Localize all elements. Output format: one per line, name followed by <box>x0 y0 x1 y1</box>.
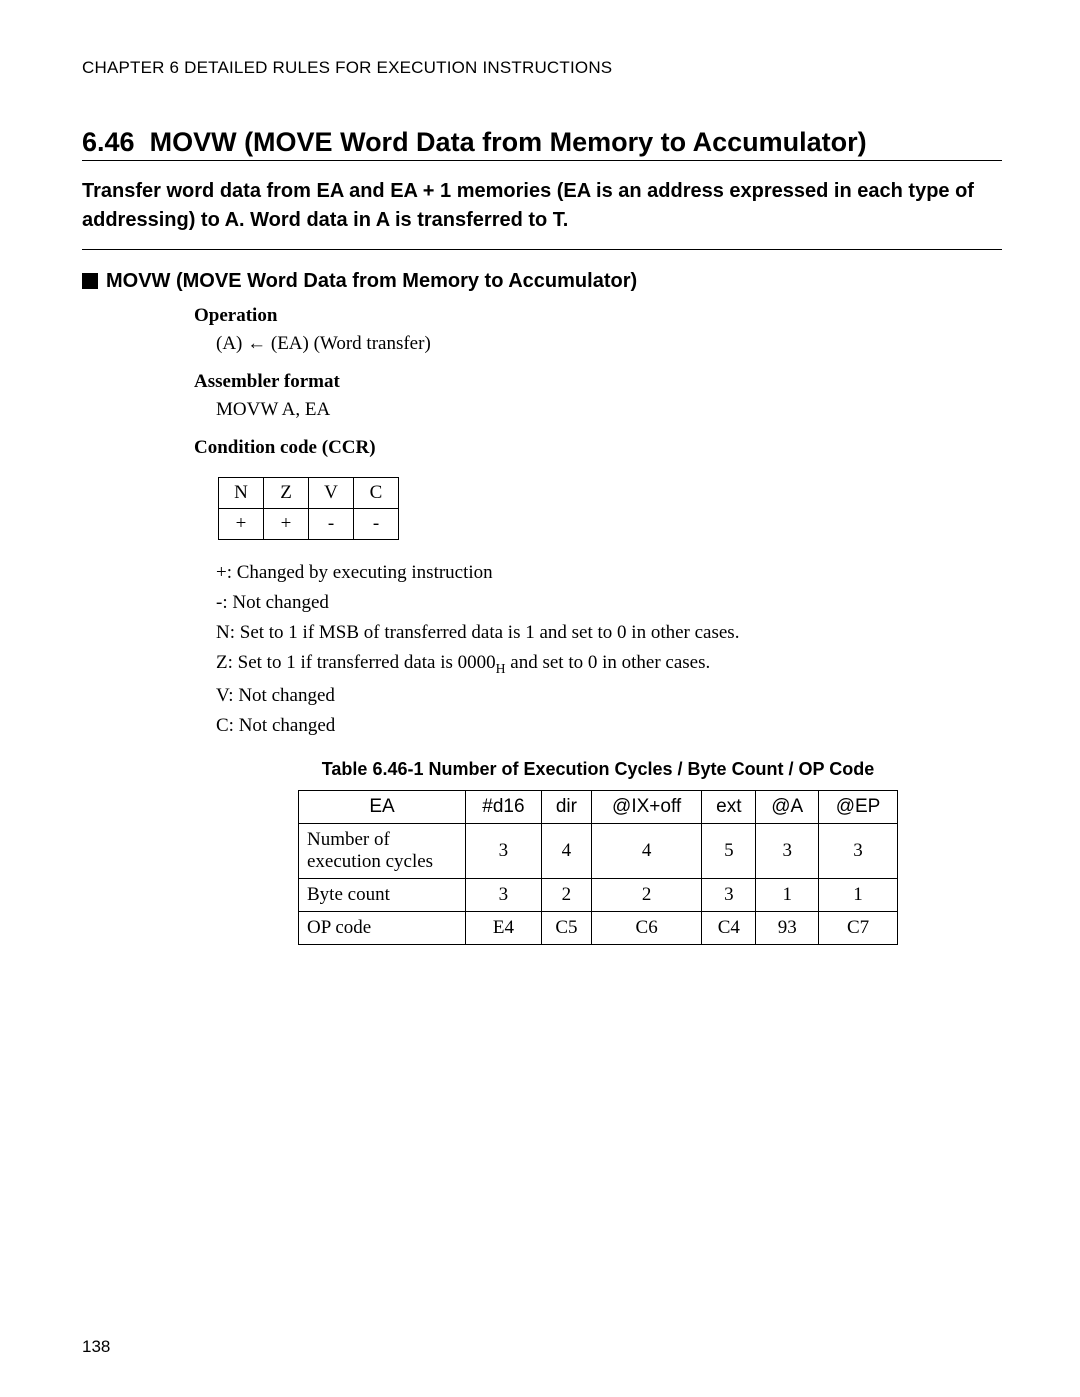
divider <box>82 160 1002 161</box>
note-c: C: Not changed <box>216 715 1002 737</box>
section-number: 6.46 <box>82 127 135 157</box>
operation-value: (A) ← (EA) (Word transfer) <box>216 333 1002 355</box>
cell: 3 <box>702 878 756 911</box>
table-row: + + - - <box>219 508 399 539</box>
cell: 4 <box>541 823 591 878</box>
row-label-opcode: OP code <box>299 911 466 944</box>
assembler-value: MOVW A, EA <box>216 399 1002 421</box>
intro-paragraph: Transfer word data from EA and EA + 1 me… <box>82 177 1002 235</box>
operation-label: Operation <box>194 305 1002 327</box>
page: CHAPTER 6 DETAILED RULES FOR EXECUTION I… <box>0 0 1080 1397</box>
page-number: 138 <box>82 1337 110 1357</box>
col-header-ext: ext <box>702 790 756 823</box>
note-minus: -: Not changed <box>216 592 1002 614</box>
table-row: Byte count 3 2 2 3 1 1 <box>299 878 898 911</box>
ccr-label: Condition code (CCR) <box>194 437 1002 459</box>
cell: C5 <box>541 911 591 944</box>
note-z: Z: Set to 1 if transferred data is 0000H… <box>216 652 1002 677</box>
note-z-post: and set to 0 in other cases. <box>506 652 711 673</box>
col-header-d16: #d16 <box>466 790 542 823</box>
col-header-ixoff: @IX+off <box>592 790 702 823</box>
col-header-ep: @EP <box>819 790 898 823</box>
note-n: N: Set to 1 if MSB of transferred data i… <box>216 622 1002 644</box>
execution-table: EA #d16 dir @IX+off ext @A @EP Number of… <box>298 790 898 945</box>
cell: 2 <box>541 878 591 911</box>
row-label-bytecount: Byte count <box>299 878 466 911</box>
table-row: Number of execution cycles 3 4 4 5 3 3 <box>299 823 898 878</box>
ccr-value-c: - <box>354 508 399 539</box>
ccr-header-n: N <box>219 477 264 508</box>
cell: 1 <box>819 878 898 911</box>
table-row: N Z V C <box>219 477 399 508</box>
ccr-value-n: + <box>219 508 264 539</box>
subheading: MOVW (MOVE Word Data from Memory to Accu… <box>106 270 637 293</box>
cell: 4 <box>592 823 702 878</box>
table-caption: Table 6.46-1 Number of Execution Cycles … <box>194 759 1002 780</box>
ccr-value-z: + <box>264 508 309 539</box>
cell: 3 <box>756 823 819 878</box>
cell: 5 <box>702 823 756 878</box>
ccr-value-v: - <box>309 508 354 539</box>
ccr-notes: +: Changed by executing instruction -: N… <box>216 562 1002 737</box>
table-row: OP code E4 C5 C6 C4 93 C7 <box>299 911 898 944</box>
chapter-header: CHAPTER 6 DETAILED RULES FOR EXECUTION I… <box>82 58 1002 78</box>
section-title: 6.46 MOVW (MOVE Word Data from Memory to… <box>82 126 1002 160</box>
cell: C6 <box>592 911 702 944</box>
section-title-text: MOVW (MOVE Word Data from Memory to Accu… <box>150 127 867 157</box>
details-block: Operation (A) ← (EA) (Word transfer) Ass… <box>194 305 1002 945</box>
subheading-row: MOVW (MOVE Word Data from Memory to Accu… <box>82 270 1002 293</box>
cell: 93 <box>756 911 819 944</box>
col-header-a: @A <box>756 790 819 823</box>
note-z-pre: Z: Set to 1 if transferred data is 0000 <box>216 652 496 673</box>
divider <box>82 249 1002 250</box>
cell: 3 <box>466 823 542 878</box>
cell: C4 <box>702 911 756 944</box>
cell: 3 <box>466 878 542 911</box>
cell: 3 <box>819 823 898 878</box>
cell: 2 <box>592 878 702 911</box>
ccr-table: N Z V C + + - - <box>218 477 399 540</box>
col-header-ea: EA <box>299 790 466 823</box>
col-header-dir: dir <box>541 790 591 823</box>
table-row: EA #d16 dir @IX+off ext @A @EP <box>299 790 898 823</box>
row-label-cycles: Number of execution cycles <box>299 823 466 878</box>
note-plus: +: Changed by executing instruction <box>216 562 1002 584</box>
ccr-header-v: V <box>309 477 354 508</box>
square-bullet-icon <box>82 273 98 289</box>
cell: C7 <box>819 911 898 944</box>
cell: E4 <box>466 911 542 944</box>
cell: 1 <box>756 878 819 911</box>
ccr-header-z: Z <box>264 477 309 508</box>
note-z-sub: H <box>496 661 506 676</box>
ccr-header-c: C <box>354 477 399 508</box>
note-v: V: Not changed <box>216 685 1002 707</box>
assembler-label: Assembler format <box>194 371 1002 393</box>
